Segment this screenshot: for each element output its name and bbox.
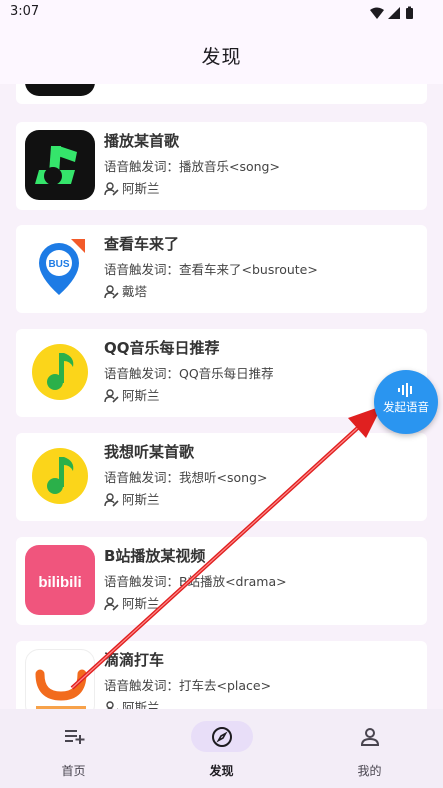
author-name: 阿斯兰 [122, 388, 160, 403]
fab-label: 发起语音 [383, 400, 429, 414]
shortcut-card[interactable]: 滴滴打车 语音触发词：打车去<place> 阿斯兰 [16, 641, 427, 709]
bus-app-icon: BUS [25, 233, 95, 303]
svg-text:BUS: BUS [48, 259, 69, 270]
svg-text:bilibili: bilibili [38, 574, 81, 591]
card-trigger: 语音触发词：B站播放<drama> [104, 574, 287, 589]
shortcut-card[interactable]: 我想听某首歌 语音触发词：我想听<song> 阿斯兰 [16, 433, 427, 521]
signal-icon [388, 7, 400, 19]
shortcut-card[interactable] [16, 84, 427, 104]
nav-label: 首页 [61, 764, 86, 778]
author-icon [106, 701, 118, 709]
card-trigger: 语音触发词：QQ音乐每日推荐 [104, 366, 274, 381]
qq-music-icon [25, 337, 95, 407]
app-bar: 发现 [0, 26, 443, 84]
card-author: 戴塔 [104, 281, 147, 300]
page-title: 发现 [201, 46, 242, 68]
card-author: 阿斯兰 [104, 593, 160, 612]
nav-item-home[interactable]: 首页 [0, 709, 147, 788]
shortcut-card[interactable]: QQ音乐每日推荐 语音触发词：QQ音乐每日推荐 阿斯兰 [16, 329, 427, 417]
wifi-icon [370, 7, 384, 19]
status-time: 3:07 [10, 4, 40, 19]
nav-item-discover[interactable]: 发现 [148, 709, 295, 788]
author-name: 阿斯兰 [122, 181, 160, 196]
bilibili-icon: bilibili [25, 545, 95, 615]
author-name: 阿斯兰 [122, 596, 160, 611]
shortcut-card[interactable]: BUS 查看车来了 语音触发词：查看车来了<busroute> 戴塔 [16, 225, 427, 313]
card-title: QQ音乐每日推荐 [104, 339, 220, 357]
author-icon [104, 285, 119, 299]
card-title: 播放某首歌 [104, 132, 180, 150]
playlist-add-icon [65, 730, 85, 744]
nav-label: 我的 [357, 764, 382, 778]
person-icon [360, 728, 380, 746]
shortcut-card[interactable]: bilibili B站播放某视频 语音触发词：B站播放<drama> 阿斯兰 [16, 537, 427, 625]
compass-icon [212, 727, 232, 747]
author-name: 阿斯兰 [122, 492, 160, 507]
card-author: 阿斯兰 [104, 385, 160, 404]
qq-music-icon [25, 441, 95, 511]
card-trigger: 语音触发词：播放音乐<song> [104, 159, 280, 174]
shortcut-card[interactable]: 播放某首歌 语音触发词：播放音乐<song> 阿斯兰 [16, 122, 427, 210]
card-title: 我想听某首歌 [104, 443, 195, 461]
author-icon [104, 389, 119, 403]
card-author: 阿斯兰 [104, 178, 160, 197]
author-icon [104, 597, 119, 611]
card-title: 滴滴打车 [104, 651, 165, 669]
status-icons [369, 5, 417, 19]
music-player-icon [25, 130, 95, 200]
didi-icon [25, 649, 95, 709]
card-trigger: 语音触发词：查看车来了<busroute> [104, 262, 318, 277]
nav-item-mine[interactable]: 我的 [296, 709, 443, 788]
voice-wave-icon [398, 383, 412, 397]
status-bar: 3:07 [0, 0, 443, 26]
author-name: 戴塔 [122, 284, 148, 299]
author-icon [104, 493, 119, 507]
author-icon [104, 182, 119, 196]
card-author: 阿斯兰 [104, 697, 160, 709]
bottom-nav: 首页 发现 我的 [0, 709, 443, 788]
start-voice-button[interactable]: 发起语音 [374, 370, 438, 434]
battery-icon [406, 8, 413, 19]
app-icon-partial [25, 84, 95, 96]
nav-label: 发现 [209, 764, 234, 778]
card-trigger: 语音触发词：打车去<place> [104, 678, 272, 693]
card-title: 查看车来了 [104, 235, 180, 253]
author-name: 阿斯兰 [122, 700, 160, 709]
card-author: 阿斯兰 [104, 489, 160, 508]
card-title: B站播放某视频 [104, 547, 206, 565]
card-trigger: 语音触发词：我想听<song> [104, 470, 268, 485]
